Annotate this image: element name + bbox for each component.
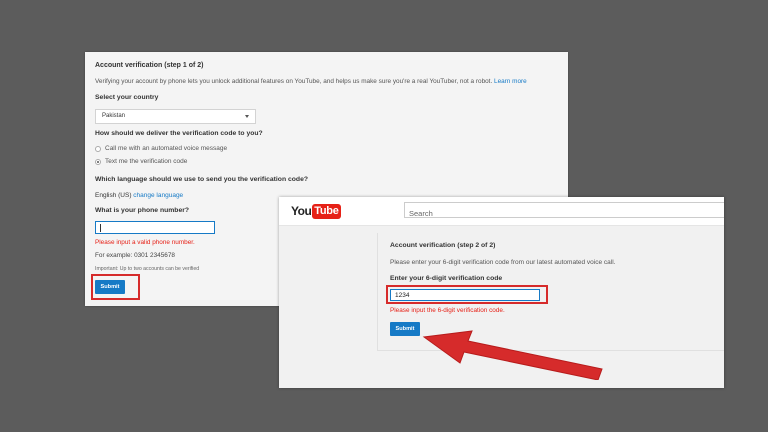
radio-text[interactable] [95, 158, 101, 165]
step2-description: Please enter your 6-digit verification c… [390, 259, 616, 266]
red-arrow-icon [422, 330, 603, 380]
chevron-down-icon [245, 115, 249, 118]
search-input[interactable] [405, 206, 724, 221]
country-select-value: Pakistan [102, 113, 126, 119]
code-label: Enter your 6-digit verification code [390, 275, 503, 282]
learn-more-link[interactable]: Learn more [494, 78, 527, 85]
code-error: Please input the 6-digit verification co… [390, 307, 505, 314]
text-cursor [100, 224, 101, 232]
youtube-header: You Tube [279, 197, 724, 226]
step1-submit-button[interactable]: Submit [95, 280, 125, 294]
important-note: Important: Up to two accounts can be ver… [95, 266, 200, 272]
youtube-logo-you: You [291, 204, 312, 218]
country-label: Select your country [95, 94, 159, 101]
delivery-option-voice[interactable]: Call me with an automated voice message [95, 145, 227, 152]
delivery-label: How should we deliver the verification c… [95, 130, 263, 137]
delivery-option-text-label: Text me the verification code [105, 158, 188, 165]
step1-description: Verifying your account by phone lets you… [95, 78, 527, 85]
delivery-option-text[interactable]: Text me the verification code [95, 158, 187, 165]
country-select[interactable]: Pakistan [95, 109, 256, 124]
step1-description-text: Verifying your account by phone lets you… [95, 78, 493, 85]
phone-error: Please input a valid phone number. [95, 239, 195, 246]
language-value: English (US) [95, 192, 132, 199]
delivery-option-voice-label: Call me with an automated voice message [105, 145, 228, 152]
screenshot-stage: Account verification (step 1 of 2) Verif… [0, 0, 768, 432]
phone-example: For example: 0301 2345678 [95, 252, 175, 259]
step2-title: Account verification (step 2 of 2) [390, 242, 496, 249]
verification-code-input[interactable] [390, 289, 540, 301]
youtube-logo-tube: Tube [312, 203, 341, 219]
step2-submit-button[interactable]: Submit [390, 322, 420, 336]
radio-voice[interactable] [95, 145, 101, 152]
phone-input[interactable] [95, 221, 215, 234]
youtube-logo[interactable]: You Tube [291, 203, 341, 219]
language-line: English (US) change language [95, 192, 183, 199]
step1-title: Account verification (step 1 of 2) [95, 62, 204, 69]
phone-label: What is your phone number? [95, 207, 190, 214]
change-language-link[interactable]: change language [133, 192, 183, 199]
search-box[interactable] [404, 202, 724, 221]
language-label: Which language should we use to send you… [95, 176, 308, 183]
